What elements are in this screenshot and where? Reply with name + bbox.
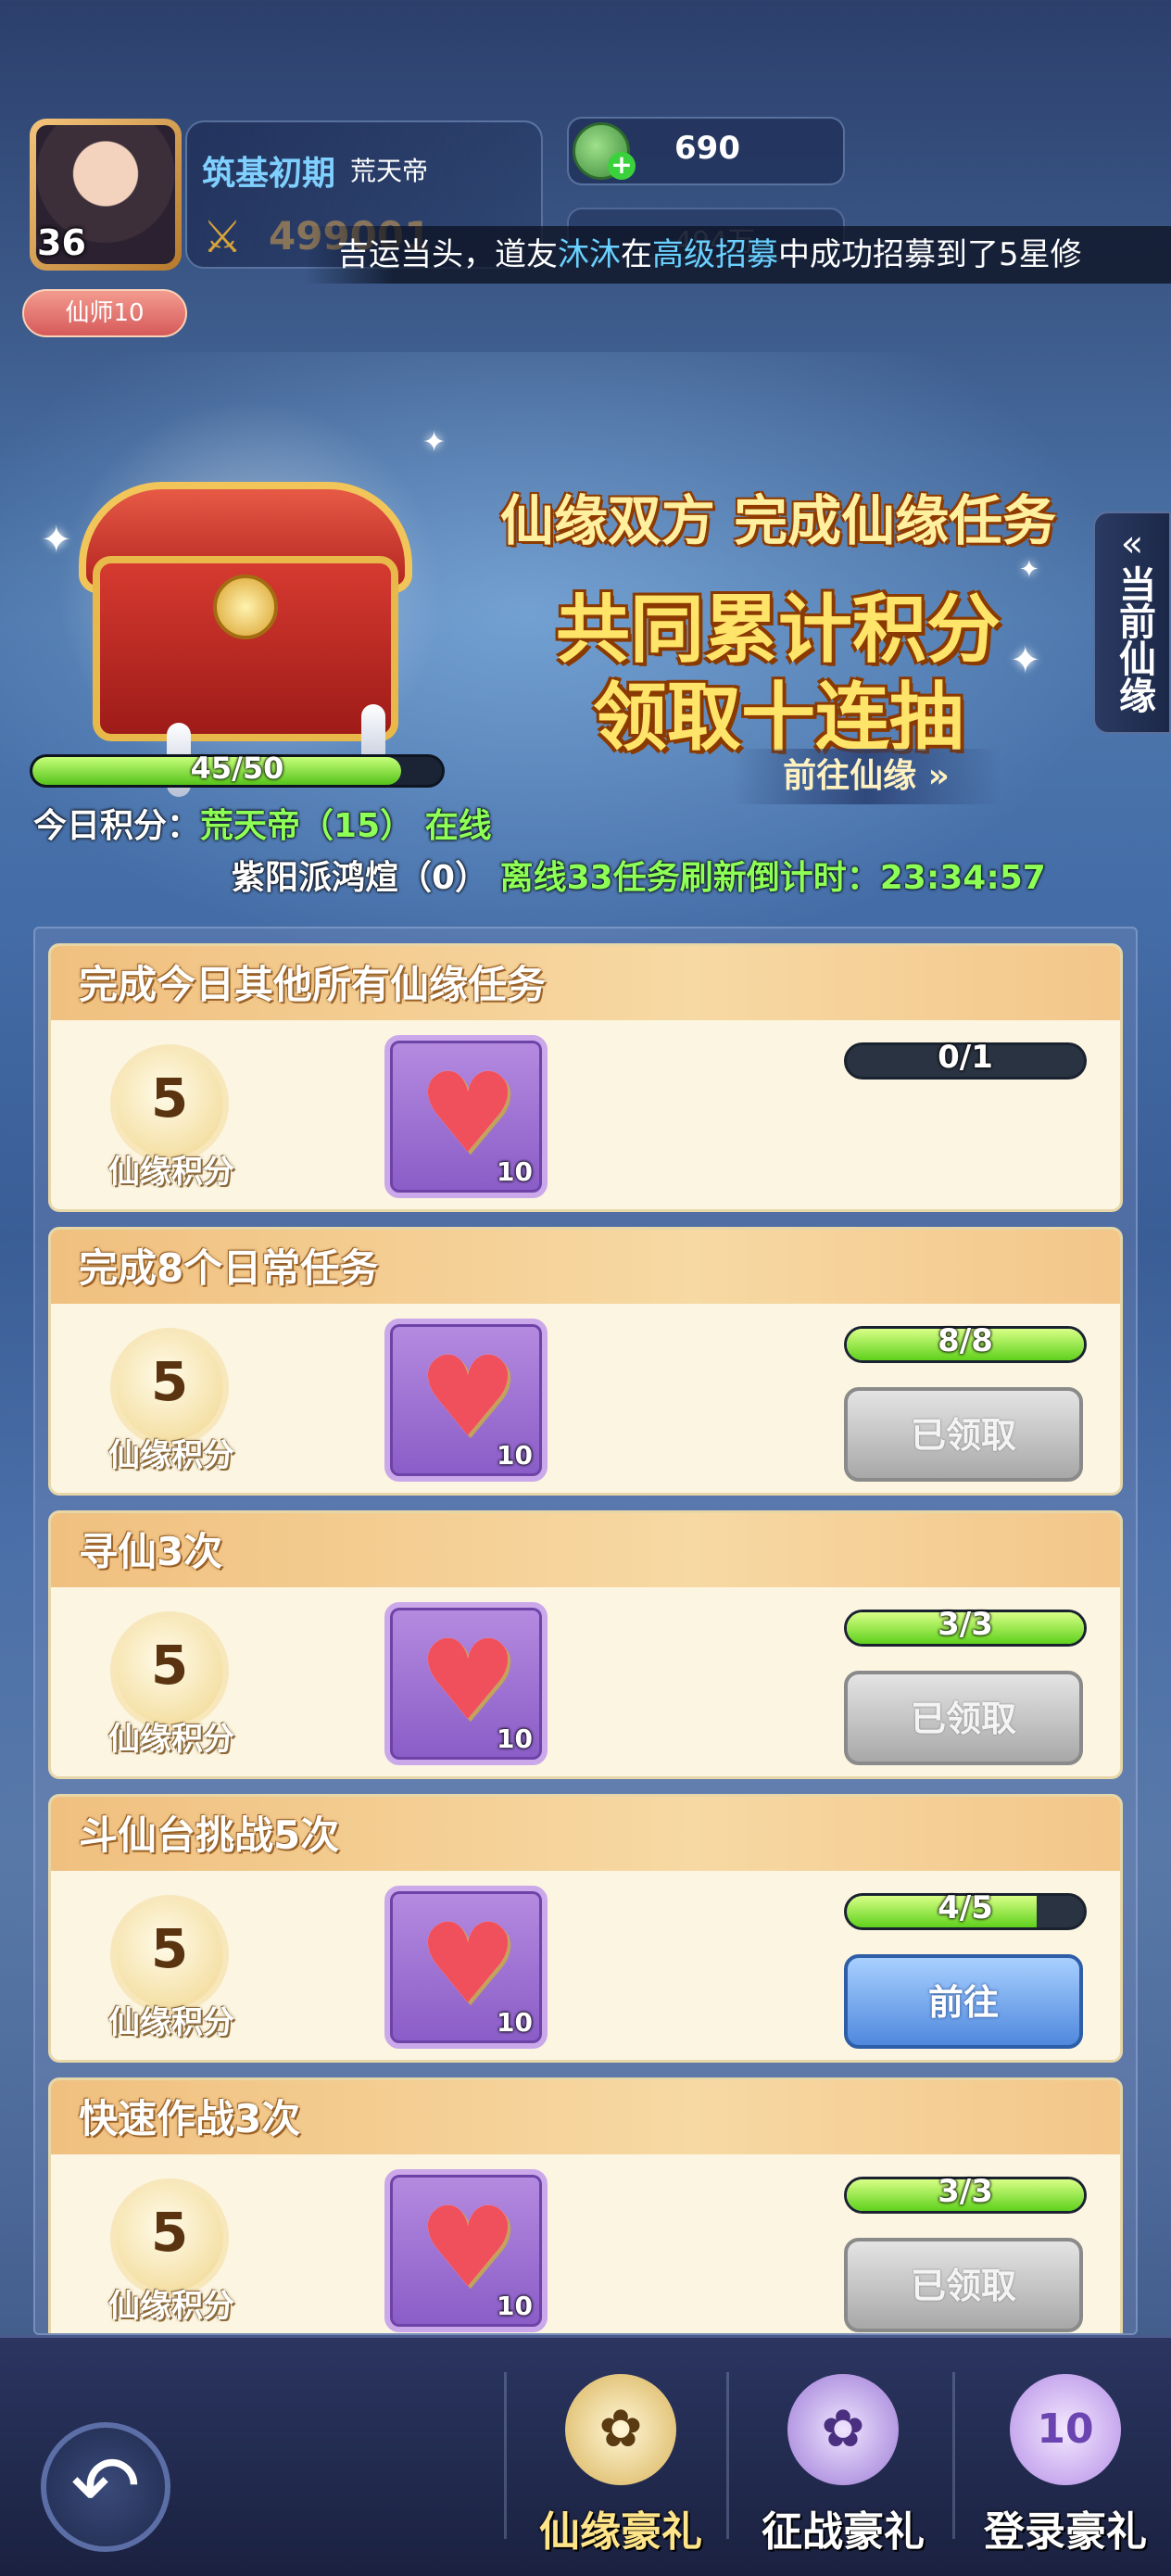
reward-qty: 10: [497, 1156, 533, 1187]
heart-icon: ♥: [418, 2184, 518, 2313]
task-card: 斗仙台挑战5次 5 仙缘积分 ♥ 10 4/5 前往: [48, 1794, 1123, 2063]
partner-score-line: 紫阳派鸿煊（0） 离线33任务刷新倒计时：23:34:57: [232, 851, 1046, 899]
task-points-label: 仙缘积分: [108, 2004, 234, 2041]
reward-item[interactable]: ♥ 10: [384, 2169, 548, 2332]
task-points-label: 仙缘积分: [108, 1721, 234, 1758]
claimed-button[interactable]: 已领取: [844, 1387, 1083, 1482]
add-jade-button[interactable]: +: [608, 152, 636, 180]
reward-qty: 10: [497, 2007, 533, 2038]
cultivation-rank: 筑基初期: [202, 155, 336, 193]
reward-qty: 10: [497, 1724, 533, 1754]
banner-line-1: 仙缘双方 完成仙缘任务: [499, 489, 1057, 552]
reward-item[interactable]: ♥ 10: [384, 1035, 548, 1198]
tab-battle-label: 征战豪礼: [762, 2508, 925, 2556]
vip-badge[interactable]: 仙师10: [22, 289, 187, 337]
today-score: 今日积分：荒天帝（15） 在线: [33, 799, 492, 847]
heart-icon: ♥: [418, 1333, 518, 1462]
current-partner-tab[interactable]: « 当前仙缘: [1093, 511, 1171, 734]
task-progress-text: 8/8: [938, 1322, 993, 1359]
back-arrow-icon[interactable]: ↶: [41, 2422, 170, 2552]
heart-icon: ♥: [418, 1617, 518, 1746]
ticker-mid: 在: [621, 236, 652, 273]
ticker-pool: 高级招募: [652, 236, 778, 273]
chest-lock-icon: [213, 575, 278, 639]
tab-battle-gift[interactable]: ✿ 征战豪礼: [737, 2354, 949, 2576]
task-card: 快速作战3次 5 仙缘积分 ♥ 10 3/3 已领取: [48, 2077, 1123, 2333]
chevron-left-icon: «: [1120, 523, 1144, 565]
task-title: 寻仙3次: [51, 1513, 1120, 1587]
player-name: 荒天帝: [350, 156, 429, 186]
reward-qty: 10: [497, 1440, 533, 1471]
tab-xianyuan-label: 仙缘豪礼: [539, 2508, 702, 2556]
login-peach-icon: 10: [1010, 2374, 1121, 2485]
task-points: 5: [150, 1917, 189, 1980]
nav-divider: [952, 2372, 955, 2539]
task-card: 寻仙3次 5 仙缘积分 ♥ 10 3/3 已领取: [48, 1510, 1123, 1779]
task-title: 快速作战3次: [51, 2080, 1120, 2154]
announcement-ticker: 吉运当头，道友沐沐在高级招募中成功招募到了5星修: [306, 226, 1171, 284]
task-progress-text: 4/5: [938, 1889, 993, 1926]
task-points: 5: [150, 1350, 189, 1413]
today-score-label: 今日积分：: [33, 807, 201, 845]
sparkle-icon: ✦: [422, 426, 447, 459]
claimed-button[interactable]: 已领取: [844, 2238, 1083, 2332]
self-status: 在线: [424, 807, 492, 845]
refresh-countdown: 23:34:57: [879, 859, 1046, 897]
goto-xianyuan-button[interactable]: 前往仙缘 »: [732, 749, 1001, 804]
ticker-friend: 沐沐: [558, 236, 621, 273]
task-points: 5: [150, 1067, 189, 1130]
self-score: 荒天帝（15）: [200, 807, 414, 845]
tab-xianyuan-gift[interactable]: ✿ 仙缘豪礼: [515, 2354, 726, 2576]
partner-status: 离线33: [499, 859, 613, 897]
nav-divider: [726, 2372, 729, 2539]
reward-item[interactable]: ♥ 10: [384, 1319, 548, 1482]
ticker-suffix: 中成功招募到了5星修: [778, 236, 1082, 273]
task-points-label: 仙缘积分: [108, 1154, 234, 1191]
gift-lotus-icon: ✿: [565, 2374, 676, 2485]
task-points-label: 仙缘积分: [108, 2288, 234, 2325]
task-title: 完成8个日常任务: [51, 1230, 1120, 1304]
refresh-label: 任务刷新倒计时：: [612, 859, 880, 897]
reward-item[interactable]: ♥ 10: [384, 1602, 548, 1765]
ticker-prefix: 吉运当头，道友: [337, 236, 558, 273]
task-progress-text: 0/1: [938, 1039, 993, 1076]
score-progress-text: 45/50: [190, 751, 284, 786]
task-list[interactable]: 完成今日其他所有仙缘任务 5 仙缘积分 ♥ 10 0/1 完成8个日常任务 5 仙缘积分 ♥ 10 8…: [33, 927, 1138, 2335]
task-progress-text: 3/3: [938, 1606, 993, 1643]
task-title: 斗仙台挑战5次: [51, 1797, 1120, 1871]
crossed-swords-icon: ⚔: [202, 211, 243, 263]
tab-login-label: 登录豪礼: [984, 2508, 1147, 2556]
player-level: 36: [37, 222, 86, 263]
reward-qty: 10: [497, 2291, 533, 2321]
jade-amount: 690: [674, 130, 740, 167]
claimed-button[interactable]: 已领取: [844, 1671, 1083, 1765]
go-button[interactable]: 前往: [844, 1954, 1083, 2049]
tab-login-gift[interactable]: 10 登录豪礼: [960, 2354, 1171, 2576]
task-points: 5: [150, 1634, 189, 1697]
task-points: 5: [150, 2201, 189, 2264]
task-title: 完成今日其他所有仙缘任务: [51, 946, 1120, 1020]
reward-item[interactable]: ♥ 10: [384, 1886, 548, 2049]
current-partner-label: 当前仙缘: [1113, 565, 1155, 713]
sparkle-icon: ✦: [41, 519, 72, 562]
heart-icon: ♥: [418, 1050, 518, 1179]
nav-divider: [504, 2372, 507, 2539]
heart-icon: ♥: [418, 1900, 518, 2029]
partner-score: 紫阳派鸿煊（0）: [232, 859, 489, 897]
task-card: 完成8个日常任务 5 仙缘积分 ♥ 10 8/8 已领取: [48, 1227, 1123, 1496]
task-progress-text: 3/3: [938, 2173, 993, 2210]
task-points-label: 仙缘积分: [108, 1437, 234, 1474]
gift-lotus-icon: ✿: [787, 2374, 899, 2485]
task-card: 完成今日其他所有仙缘任务 5 仙缘积分 ♥ 10 0/1: [48, 943, 1123, 1212]
